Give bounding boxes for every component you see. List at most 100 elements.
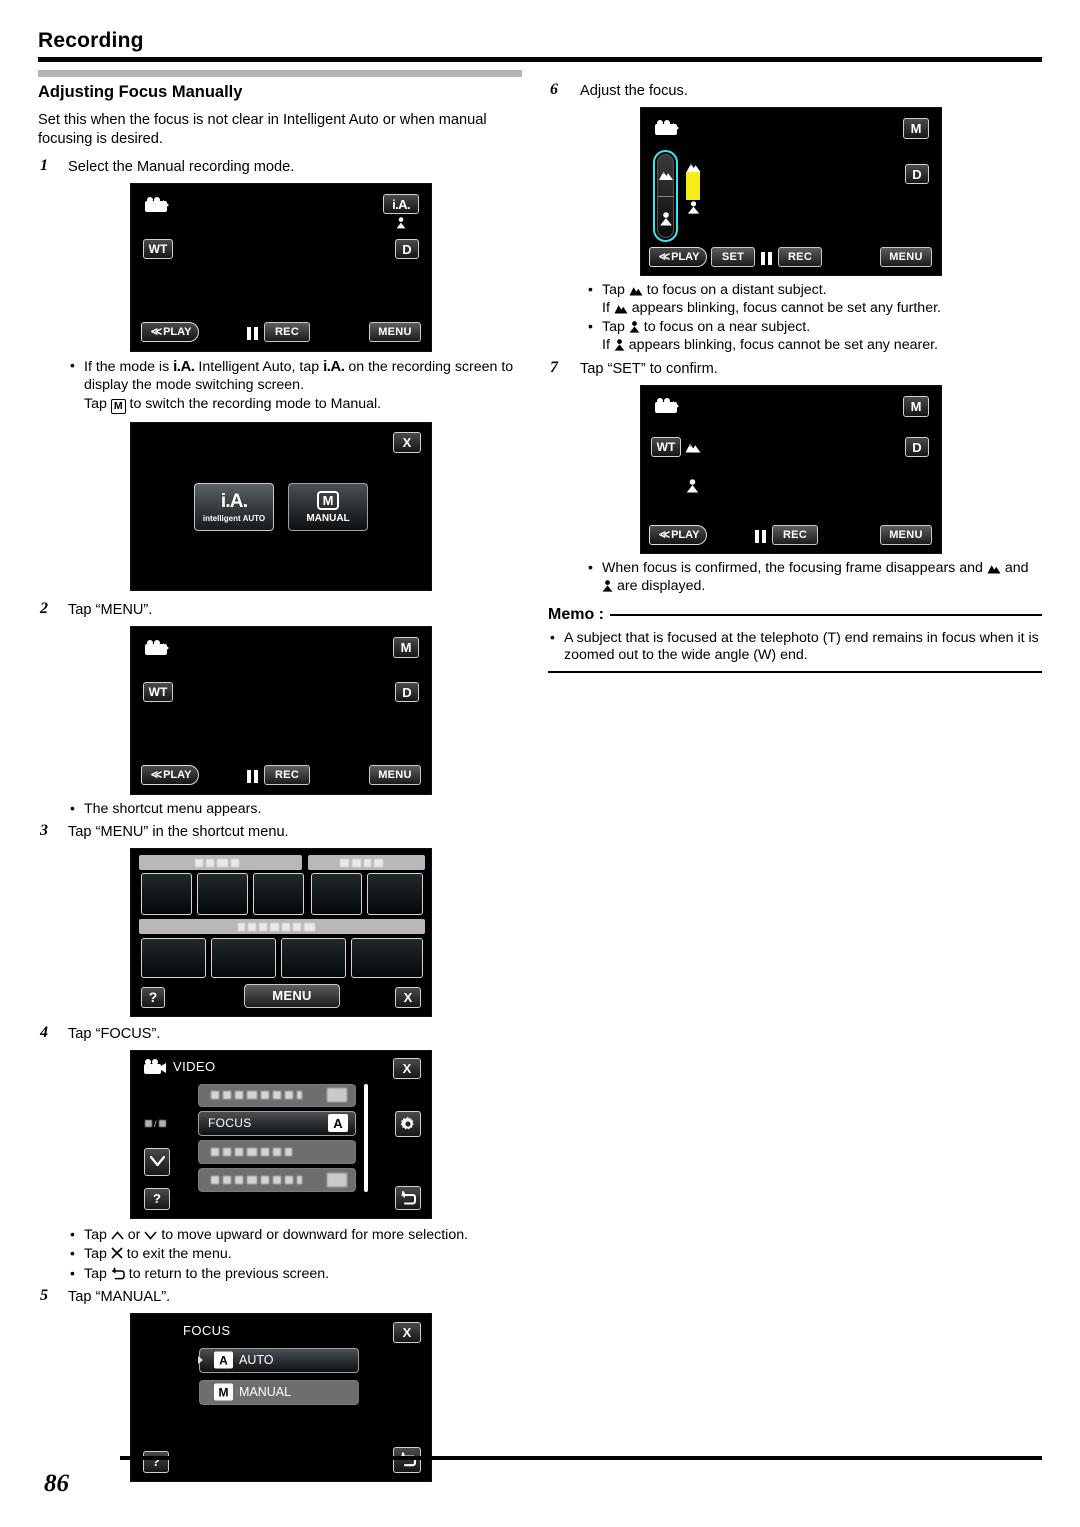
- focus-auto-row[interactable]: A AUTO: [198, 1347, 359, 1373]
- focus-slider-divider: [658, 196, 673, 197]
- gear-icon[interactable]: [395, 1110, 421, 1137]
- shortcut-cell[interactable]: [311, 872, 362, 915]
- manual-label: MANUAL: [239, 1385, 292, 1400]
- date-tag[interactable]: D: [395, 239, 419, 259]
- close-icon[interactable]: X: [393, 1321, 421, 1343]
- back-icon[interactable]: [395, 1185, 421, 1210]
- intelligent-auto-button[interactable]: i.A. intelligent AUTO: [194, 483, 274, 532]
- step-text: Tap “MENU” in the shortcut menu.: [68, 823, 289, 840]
- blurred-label: [211, 1091, 302, 1100]
- step-number: 7: [550, 359, 558, 377]
- bullet-exit: Tap to exit the menu.: [68, 1245, 538, 1264]
- set-button[interactable]: SET: [711, 247, 755, 267]
- date-tag[interactable]: D: [905, 164, 929, 184]
- person-icon: [629, 321, 640, 333]
- zoom-tag[interactable]: WT: [651, 437, 681, 458]
- chevron-down-icon: [144, 1231, 157, 1240]
- focus-mode-badge: A: [328, 1114, 348, 1133]
- chevron-up-icon: [111, 1231, 124, 1240]
- close-icon[interactable]: X: [395, 986, 421, 1008]
- zoom-tag[interactable]: WT: [143, 239, 173, 259]
- manual-mode-tag[interactable]: M: [393, 637, 419, 659]
- intelligent-auto-label-big: i.A.: [220, 490, 248, 512]
- right-column: 6 Adjust the focus. M D ≪ PLAY SET REC M…: [548, 81, 1042, 673]
- pause-icon: [247, 770, 258, 784]
- step-number: 4: [40, 1023, 48, 1041]
- help-button[interactable]: ?: [143, 1450, 169, 1473]
- date-tag[interactable]: D: [905, 437, 929, 458]
- back-arrow-icon: [111, 1267, 125, 1280]
- pause-icon: [761, 252, 772, 265]
- date-tag[interactable]: D: [395, 682, 419, 703]
- blurred-value-badge: [327, 1088, 347, 1103]
- mountain-icon: [614, 303, 628, 314]
- menu-button[interactable]: MENU: [369, 765, 421, 786]
- page-header: Recording: [38, 28, 1042, 62]
- screen-video-menu: VIDEO X / ? FOCUS A: [130, 1049, 432, 1219]
- menu-button[interactable]: MENU: [880, 247, 932, 267]
- focus-manual-row[interactable]: M MANUAL: [199, 1379, 359, 1405]
- distant-subject-button[interactable]: [658, 169, 673, 180]
- menu-button[interactable]: MENU: [369, 322, 421, 342]
- close-icon[interactable]: X: [393, 432, 421, 454]
- help-button[interactable]: ?: [144, 1187, 170, 1210]
- shortcut-cell[interactable]: [253, 872, 304, 915]
- step-text: Tap “MANUAL”.: [68, 1288, 171, 1305]
- shortcut-cell[interactable]: [141, 937, 206, 978]
- near-subject-icon: [396, 217, 406, 229]
- auto-badge-icon: A: [214, 1351, 233, 1369]
- play-button[interactable]: ≪ PLAY: [141, 322, 199, 342]
- menu-row[interactable]: [198, 1139, 356, 1164]
- memo-rule: [610, 613, 1042, 616]
- step-text: Tap “MENU”.: [68, 602, 153, 619]
- screen-focus-confirmed: M WT D ≪ PLAY REC MENU: [640, 385, 942, 555]
- shortcut-cell[interactable]: [367, 872, 423, 915]
- manual-button[interactable]: M MANUAL: [288, 483, 368, 532]
- rec-button[interactable]: REC: [772, 525, 818, 546]
- shortcut-cell[interactable]: [197, 872, 248, 915]
- menu-button[interactable]: MENU: [880, 525, 932, 546]
- rec-button[interactable]: REC: [264, 322, 310, 342]
- intro-text: Set this when the focus is not clear in …: [38, 112, 487, 147]
- step-text: Adjust the focus.: [580, 83, 688, 99]
- screen-mode-switching: X i.A. intelligent AUTO M MANUAL: [130, 422, 432, 592]
- shortcut-cell[interactable]: [351, 937, 423, 978]
- menu-row[interactable]: [198, 1167, 356, 1192]
- shortcut-cell[interactable]: [141, 872, 192, 915]
- focus-level-bar: [686, 172, 700, 200]
- pause-icon: [247, 327, 258, 340]
- near-subject-button[interactable]: [659, 212, 672, 226]
- help-button[interactable]: ?: [141, 986, 165, 1008]
- play-button[interactable]: ≪ PLAY: [649, 247, 707, 267]
- bullets-focus-adjust: Tap to focus on a distant subject. If ap…: [586, 281, 1042, 354]
- step-text: Tap “FOCUS”.: [68, 1025, 161, 1042]
- step-number: 5: [40, 1286, 48, 1304]
- footer-rule: [120, 1456, 1042, 1460]
- step-number: 3: [40, 821, 48, 839]
- close-icon[interactable]: X: [393, 1057, 421, 1079]
- blurred-label: [195, 858, 239, 867]
- focus-slider-frame[interactable]: [653, 150, 678, 242]
- menu-button[interactable]: MENU: [244, 983, 340, 1008]
- menu-row[interactable]: [198, 1083, 356, 1107]
- manual-mode-tag[interactable]: M: [903, 396, 929, 418]
- manual-mode-tag[interactable]: M: [903, 118, 929, 139]
- step-number: 6: [550, 81, 558, 98]
- page-number: 86: [44, 1470, 69, 1497]
- selection-pointer-icon: [198, 1356, 203, 1365]
- shortcut-cell[interactable]: [211, 937, 276, 978]
- rec-button[interactable]: REC: [778, 247, 822, 267]
- scrollbar[interactable]: [364, 1083, 368, 1192]
- rec-button[interactable]: REC: [264, 765, 310, 786]
- video-menu-title: VIDEO: [173, 1058, 216, 1074]
- bullet-focus-confirmed: When focus is confirmed, the focusing fr…: [586, 559, 1042, 595]
- bullet-scroll: Tap or to move upward or downward for mo…: [68, 1226, 538, 1245]
- play-button[interactable]: ≪ PLAY: [649, 525, 707, 546]
- focus-level-indicator: [685, 161, 701, 214]
- play-button[interactable]: ≪ PLAY: [141, 765, 199, 786]
- scroll-down-button[interactable]: [144, 1147, 170, 1176]
- menu-row-focus[interactable]: FOCUS A: [198, 1110, 356, 1136]
- shortcut-cell[interactable]: [281, 937, 346, 978]
- intelligent-auto-tag[interactable]: i.A.: [383, 194, 419, 214]
- zoom-tag[interactable]: WT: [143, 682, 173, 703]
